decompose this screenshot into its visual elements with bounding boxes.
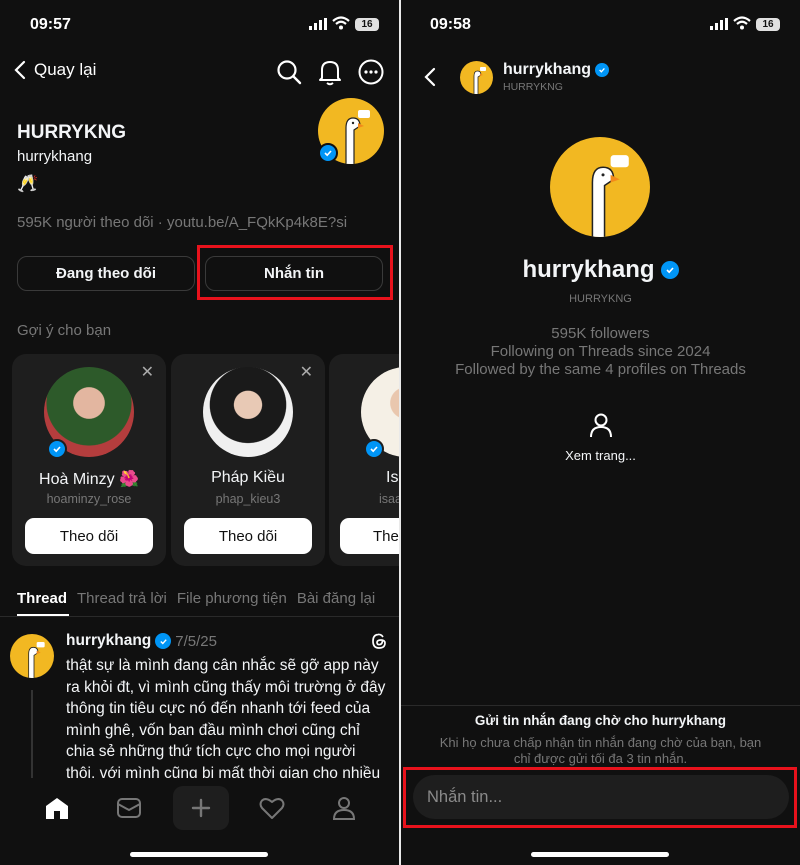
profile-meta[interactable]: 595K người theo dõi · youtu.be/A_FQkKp4k… bbox=[17, 214, 347, 231]
plus-icon bbox=[191, 798, 211, 818]
chevron-left-icon bbox=[14, 60, 26, 80]
header-display-name: HURRYKNG bbox=[503, 81, 563, 93]
suggestion-name: Pháp Kiều bbox=[211, 469, 285, 486]
profile-name-row: hurrykhang bbox=[401, 256, 800, 284]
verified-badge-icon bbox=[155, 633, 172, 649]
battery-indicator: 16 bbox=[355, 18, 379, 31]
thread-line bbox=[31, 690, 33, 778]
verified-badge-icon bbox=[364, 439, 384, 459]
back-button[interactable]: Quay lại bbox=[14, 60, 96, 80]
view-profile-label: Xem trang... bbox=[565, 448, 636, 463]
pending-description: Khi họ chưa chấp nhận tin nhắn đang chờ … bbox=[401, 735, 800, 767]
search-icon[interactable] bbox=[276, 59, 302, 85]
composer-divider bbox=[401, 705, 800, 706]
header-title[interactable]: hurrykhang bbox=[503, 61, 610, 79]
post-body: thật sự là mình đang cân nhắc sẽ gỡ app … bbox=[66, 655, 396, 784]
post-line: mình ghê, vốn ban đầu mình chơi cũng chỉ bbox=[66, 721, 360, 739]
suggestion-handle: phap_kieu3 bbox=[215, 492, 281, 506]
suggestion-handle: isaa bbox=[379, 492, 399, 506]
followers-count: 595K followers bbox=[551, 325, 650, 342]
profile-stats: 595K followers Following on Threads sinc… bbox=[401, 325, 800, 379]
more-options-icon[interactable] bbox=[358, 59, 384, 85]
heart-icon[interactable] bbox=[259, 796, 285, 820]
threads-logo-icon bbox=[372, 633, 386, 649]
suggestion-handle: hoaminzy_rose bbox=[46, 492, 132, 506]
post-line: ra khỏi đt, vì mình cũng thấy môi trường… bbox=[66, 678, 386, 696]
wifi-icon bbox=[733, 16, 751, 30]
verified-badge-icon bbox=[318, 143, 338, 163]
avatar bbox=[203, 367, 293, 457]
following-since: Following on Threads since 2024 bbox=[490, 343, 711, 360]
header-avatar[interactable] bbox=[460, 61, 493, 94]
follow-button[interactable]: The bbox=[340, 518, 399, 554]
post-line: chia sẻ những thứ tích cực cho mọi người bbox=[66, 743, 356, 760]
person-icon bbox=[589, 413, 612, 438]
message-screen: 09:58 16 hurrykhang HURRYKNG hurrykhang … bbox=[401, 0, 800, 865]
back-label: Quay lại bbox=[34, 60, 97, 79]
duck-avatar-icon bbox=[591, 155, 629, 237]
header-username: hurrykhang bbox=[503, 61, 592, 78]
wifi-icon bbox=[332, 16, 350, 30]
pending-desc-line: Khi họ chưa chấp nhận tin nhắn đang chờ … bbox=[439, 735, 762, 750]
post-line: thông tin tiêu cực nó đến nhanh tới feed… bbox=[66, 700, 371, 717]
active-tab-indicator bbox=[17, 614, 69, 616]
pending-title: Gửi tin nhắn đang chờ cho hurrykhang bbox=[474, 713, 727, 728]
tabs-divider bbox=[0, 616, 399, 617]
profile-avatar[interactable] bbox=[550, 137, 650, 237]
message-input-placeholder: Nhắn tin... bbox=[427, 787, 503, 806]
verified-badge-icon bbox=[595, 63, 610, 77]
profile-screen: 09:57 16 Quay lại HURRYKNG hurrykhang 🥂 … bbox=[0, 0, 399, 865]
following-button[interactable]: Đang theo dõi bbox=[17, 256, 195, 291]
create-button[interactable] bbox=[173, 786, 229, 830]
tab-replies[interactable]: Thread trả lời bbox=[77, 590, 167, 607]
message-input[interactable]: Nhắn tin... bbox=[413, 775, 789, 819]
suggestion-card[interactable]: ✕ Pháp Kiều phap_kieu3 Theo dõi bbox=[171, 354, 325, 566]
verified-badge-icon bbox=[660, 261, 679, 279]
back-icon[interactable] bbox=[424, 67, 436, 87]
post-author[interactable]: hurrykhang bbox=[66, 632, 151, 650]
home-indicator bbox=[130, 852, 268, 857]
profile-username: hurrykhang bbox=[522, 256, 655, 283]
profile-username: hurrykhang bbox=[17, 148, 93, 165]
post-line: thật sự là mình đang cân nhắc sẽ gỡ app … bbox=[66, 657, 379, 674]
dismiss-icon[interactable]: ✕ bbox=[300, 362, 313, 382]
post-avatar[interactable] bbox=[10, 634, 54, 678]
suggestion-card[interactable]: Isa isaa The bbox=[329, 354, 399, 566]
signal-icon bbox=[309, 18, 327, 30]
suggestion-card[interactable]: ✕ Hoà Minzy 🌺 hoaminzy_rose Theo dõi bbox=[12, 354, 166, 566]
post-header: hurrykhang 7/5/25 bbox=[66, 632, 217, 650]
profile-icon[interactable] bbox=[331, 795, 357, 821]
profile-bio: 🥂 bbox=[17, 174, 39, 193]
tab-thread[interactable]: Thread bbox=[17, 590, 67, 607]
profile-display-name: HURRYKNG bbox=[569, 293, 632, 305]
suggestion-name: Hoà Minzy 🌺 bbox=[39, 471, 139, 488]
battery-indicator: 16 bbox=[756, 18, 780, 31]
message-button[interactable]: Nhắn tin bbox=[205, 256, 383, 291]
suggestions-title: Gợi ý cho bạn bbox=[17, 322, 112, 339]
follow-button[interactable]: Theo dõi bbox=[184, 518, 312, 554]
signal-icon bbox=[710, 18, 728, 30]
duck-avatar-icon bbox=[473, 67, 486, 94]
tab-media[interactable]: File phương tiện bbox=[177, 590, 287, 607]
mutual-followers: Followed by the same 4 profiles on Threa… bbox=[455, 361, 746, 378]
pending-desc-line: chỉ được gửi tối đa 3 tin nhắn. bbox=[513, 751, 688, 766]
view-profile-button[interactable]: Xem trang... bbox=[401, 412, 800, 463]
duck-avatar-icon bbox=[28, 642, 45, 678]
status-time: 09:58 bbox=[430, 16, 471, 33]
tab-reposts[interactable]: Bài đăng lại bbox=[297, 590, 375, 607]
home-icon[interactable] bbox=[44, 796, 70, 820]
inbox-icon[interactable] bbox=[116, 796, 142, 820]
bell-icon[interactable] bbox=[318, 58, 342, 86]
suggestion-name: Isa bbox=[386, 469, 399, 486]
profile-display-name: HURRYKNG bbox=[17, 122, 127, 143]
dismiss-icon[interactable]: ✕ bbox=[141, 362, 154, 382]
status-time: 09:57 bbox=[30, 16, 71, 33]
profile-tabs: Thread Thread trả lời File phương tiện B… bbox=[17, 590, 375, 607]
home-indicator bbox=[531, 852, 669, 857]
follow-button[interactable]: Theo dõi bbox=[25, 518, 153, 554]
post-date: 7/5/25 bbox=[175, 632, 217, 650]
verified-badge-icon bbox=[47, 439, 67, 459]
